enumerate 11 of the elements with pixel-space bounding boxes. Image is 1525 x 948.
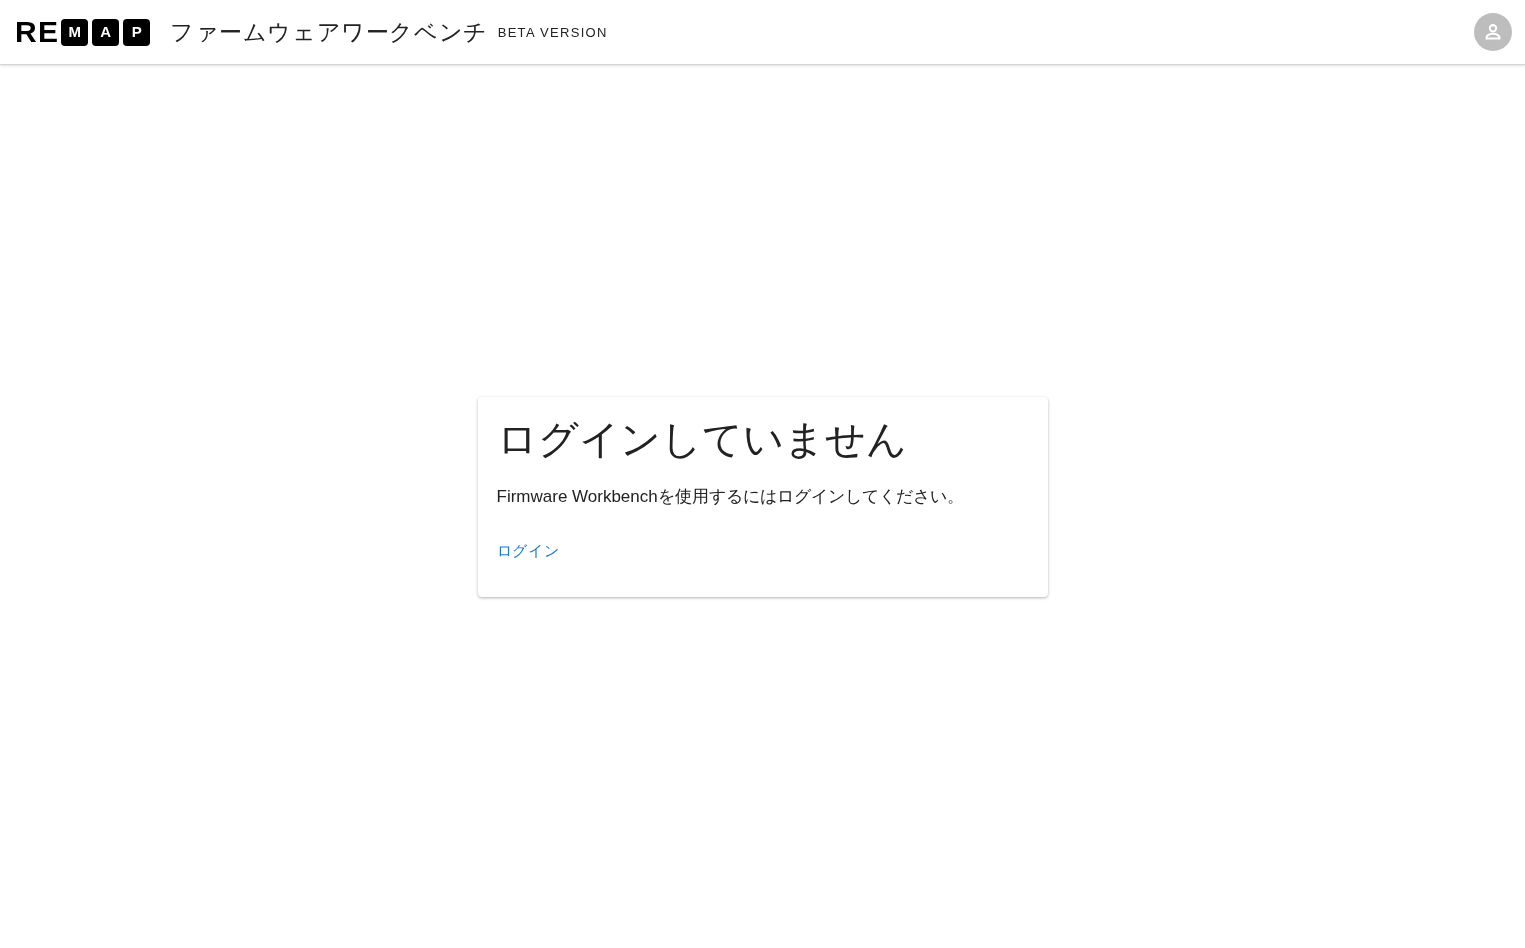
app-title: ファームウェアワークベンチ [170, 17, 488, 47]
account-avatar-button[interactable] [1474, 13, 1512, 51]
logo-letter-tile: A [92, 18, 120, 46]
login-link[interactable]: ログイン [496, 539, 560, 562]
card-message: Firmware Workbenchを使用するにはログインしてください。 [496, 486, 965, 508]
card-heading: ログインしていません [496, 416, 908, 463]
logo-letter: R [15, 17, 36, 47]
logo-letter-tile: M [61, 18, 89, 46]
logo-letter-tile: P [123, 18, 151, 46]
beta-label: BETA VERSION [497, 24, 608, 43]
logo-letter: E [37, 17, 58, 47]
